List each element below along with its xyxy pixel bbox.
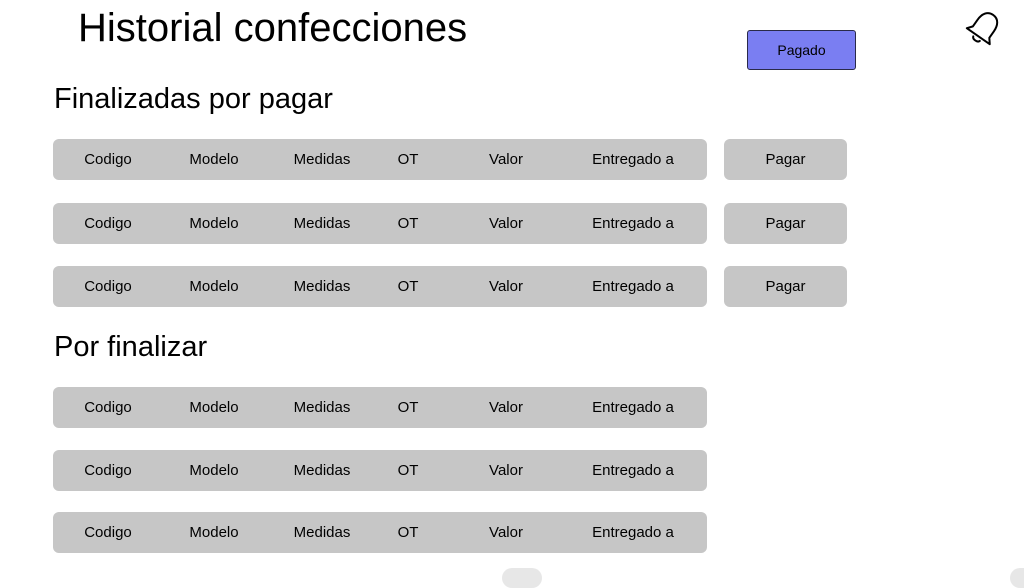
cell-entregado: Entregado a <box>592 524 674 541</box>
cell-entregado: Entregado a <box>592 151 674 168</box>
section-title-to-finish: Por finalizar <box>54 331 208 363</box>
section-title-pending-payment: Finalizadas por pagar <box>54 83 333 115</box>
cell-codigo: Codigo <box>84 399 132 416</box>
cell-ot: OT <box>397 524 419 541</box>
cell-ot: OT <box>397 462 419 479</box>
cell-medidas: Medidas <box>293 215 351 232</box>
cell-modelo: Modelo <box>189 399 239 416</box>
pay-button[interactable]: Pagar <box>724 139 847 180</box>
cell-modelo: Modelo <box>189 215 239 232</box>
cell-ot: OT <box>397 215 419 232</box>
table-row[interactable]: Codigo Modelo Medidas OT Valor Entregado… <box>53 139 707 180</box>
cell-valor: Valor <box>489 399 523 416</box>
pay-button[interactable]: Pagar <box>724 203 847 244</box>
table-row[interactable]: Codigo Modelo Medidas OT Valor Entregado… <box>53 266 707 307</box>
cell-codigo: Codigo <box>84 462 132 479</box>
cell-ot: OT <box>397 399 419 416</box>
cell-entregado: Entregado a <box>592 462 674 479</box>
pay-button[interactable]: Pagar <box>724 266 847 307</box>
cell-valor: Valor <box>489 151 523 168</box>
scroll-indicator-right[interactable] <box>1010 568 1024 588</box>
cell-modelo: Modelo <box>189 278 239 295</box>
scroll-indicator[interactable] <box>502 568 542 588</box>
page-title: Historial confecciones <box>78 6 468 50</box>
cell-medidas: Medidas <box>293 524 351 541</box>
cell-modelo: Modelo <box>189 524 239 541</box>
table-row[interactable]: Codigo Modelo Medidas OT Valor Entregado… <box>53 450 707 491</box>
cell-valor: Valor <box>489 462 523 479</box>
cell-codigo: Codigo <box>84 215 132 232</box>
cell-valor: Valor <box>489 524 523 541</box>
cell-codigo: Codigo <box>84 524 132 541</box>
table-row[interactable]: Codigo Modelo Medidas OT Valor Entregado… <box>53 512 707 553</box>
bell-icon[interactable] <box>964 8 1004 48</box>
cell-valor: Valor <box>489 278 523 295</box>
cell-medidas: Medidas <box>293 462 351 479</box>
cell-ot: OT <box>397 151 419 168</box>
cell-modelo: Modelo <box>189 151 239 168</box>
cell-codigo: Codigo <box>84 278 132 295</box>
cell-valor: Valor <box>489 215 523 232</box>
cell-entregado: Entregado a <box>592 215 674 232</box>
cell-entregado: Entregado a <box>592 278 674 295</box>
cell-medidas: Medidas <box>293 399 351 416</box>
cell-modelo: Modelo <box>189 462 239 479</box>
table-row[interactable]: Codigo Modelo Medidas OT Valor Entregado… <box>53 203 707 244</box>
paid-button[interactable]: Pagado <box>747 30 856 70</box>
cell-ot: OT <box>397 278 419 295</box>
cell-codigo: Codigo <box>84 151 132 168</box>
cell-medidas: Medidas <box>293 278 351 295</box>
table-row[interactable]: Codigo Modelo Medidas OT Valor Entregado… <box>53 387 707 428</box>
cell-entregado: Entregado a <box>592 399 674 416</box>
cell-medidas: Medidas <box>293 151 351 168</box>
